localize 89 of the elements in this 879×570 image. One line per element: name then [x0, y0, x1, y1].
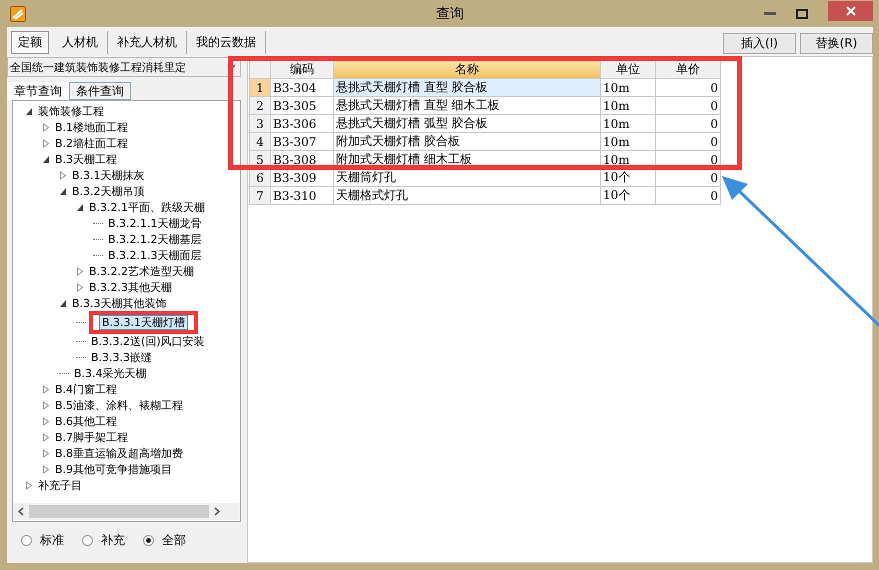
column-header[interactable]: 名称	[334, 60, 600, 78]
table-cell: 天棚筒灯孔	[334, 168, 600, 186]
tree-item[interactable]: 补充子目	[36, 478, 84, 492]
tree-item[interactable]: B.3.3天棚其他装饰	[70, 296, 169, 310]
scroll-left-icon[interactable]	[18, 507, 24, 516]
tree-item[interactable]: B.3.3.1天棚灯槽	[99, 314, 188, 330]
tree-item[interactable]: B.7脚手架工程	[53, 430, 130, 444]
maximize-icon[interactable]	[796, 8, 808, 18]
row-number: 2	[250, 96, 270, 114]
tree-item[interactable]: B.8垂直运输及超高增加费	[53, 446, 186, 460]
tree-item[interactable]: B.3.4采光天棚	[72, 366, 149, 380]
tree-item[interactable]: B.3.2.2艺术造型天棚	[87, 264, 196, 278]
tree-connector	[76, 356, 86, 358]
table-cell: B3-309	[270, 168, 334, 186]
row-number: 1	[250, 78, 270, 96]
tree-connector	[76, 340, 86, 342]
table-cell: B3-307	[270, 132, 334, 150]
tree-connector	[93, 222, 103, 224]
tree-item[interactable]: B.3.2.1平面、跌级天棚	[87, 200, 208, 214]
table-cell: 10m	[600, 132, 656, 150]
tree-item[interactable]: B.3.2.1.2天棚基层	[106, 232, 204, 246]
row-number: 7	[250, 186, 270, 204]
window-title: 查询	[435, 4, 465, 22]
table-cell: 10个	[600, 186, 656, 204]
tree-item[interactable]: B.3.2.1.1天棚龙骨	[106, 216, 204, 230]
horizontal-scrollbar[interactable]	[13, 503, 240, 520]
table-cell: 悬挑式天棚灯槽 直型 细木工板	[334, 96, 600, 114]
tab[interactable]: 条件查询	[69, 82, 131, 100]
app-icon	[10, 6, 26, 22]
table-cell: 0	[656, 78, 720, 96]
table-cell: 附加式天棚灯槽 胶合板	[334, 132, 600, 150]
action-button[interactable]: 插入(I)	[723, 33, 796, 54]
table-cell: 0	[656, 168, 720, 186]
expander-icon[interactable]	[25, 106, 33, 116]
tree-item[interactable]: B.3.3.2送(回)风口安装	[89, 334, 207, 348]
column-header[interactable]: 单位	[600, 60, 656, 78]
tree-item[interactable]: B.2墙柱面工程	[53, 136, 130, 150]
expander-icon[interactable]	[76, 202, 84, 212]
library-dropdown[interactable]: 全国统一建筑装饰装修工程消耗里定	[7, 57, 241, 77]
tree-item[interactable]: B.3.2.3其他天棚	[87, 280, 174, 294]
tab[interactable]: 补充人材机	[108, 31, 187, 54]
tab[interactable]: 人材机	[53, 31, 108, 54]
tab[interactable]: 章节查询	[7, 82, 69, 100]
tab[interactable]: 定额	[11, 31, 49, 54]
table-cell: 10m	[600, 96, 656, 114]
table-cell: 10个	[600, 168, 656, 186]
table-cell: B3-305	[270, 96, 334, 114]
tree-item[interactable]: B.3.3.3嵌缝	[89, 350, 154, 364]
chevron-icon	[227, 64, 236, 70]
action-button[interactable]: 替换(R)	[800, 33, 873, 54]
tree-item[interactable]: B.3.1天棚抹灰	[70, 168, 147, 182]
table-cell: B3-310	[270, 186, 334, 204]
table-cell: 悬挑式天棚灯槽 弧型 胶合板	[334, 114, 600, 132]
tree-item[interactable]: B.3.2.1.3天棚面层	[106, 248, 204, 262]
tree-connector	[93, 254, 103, 256]
table-cell: 悬挑式天棚灯槽 直型 胶合板	[334, 78, 600, 96]
table-cell: 10m	[600, 114, 656, 132]
tree-item[interactable]: B.4门窗工程	[53, 382, 120, 396]
tree-item[interactable]: B.5油漆、涂料、裱糊工程	[53, 398, 186, 412]
column-header[interactable]: 单价	[656, 60, 720, 78]
table-cell: 10m	[600, 78, 656, 96]
radio-option[interactable]: 全部	[143, 532, 186, 549]
close-button[interactable]	[828, 0, 873, 20]
tree-item[interactable]: 装饰装修工程	[36, 104, 106, 118]
table-cell: 0	[656, 186, 720, 204]
column-header[interactable]: 编码	[270, 60, 334, 78]
row-number: 4	[250, 132, 270, 150]
expander-icon[interactable]	[59, 298, 67, 308]
row-number: 3	[250, 114, 270, 132]
tree-item[interactable]: B.3天棚工程	[53, 152, 120, 166]
close-icon	[846, 6, 856, 16]
tree-connector	[59, 372, 69, 374]
radio-option[interactable]: 补充	[82, 532, 125, 549]
tree-item[interactable]: B.6其他工程	[53, 414, 120, 428]
table-cell: 0	[656, 132, 720, 150]
tree-item[interactable]: B.1楼地面工程	[53, 120, 130, 134]
tab[interactable]: 我的云数据	[187, 31, 266, 54]
minimize-icon[interactable]	[764, 12, 776, 16]
tree-item[interactable]: B.9其他可竞争措施项目	[53, 462, 174, 476]
tree-item[interactable]: B.3.2天棚吊顶	[70, 184, 147, 198]
table-cell: 0	[656, 114, 720, 132]
table-cell: B3-306	[270, 114, 334, 132]
radio-option[interactable]: 标准	[21, 532, 64, 549]
scroll-right-icon[interactable]	[214, 507, 220, 516]
expander-icon[interactable]	[59, 186, 67, 196]
table-cell: 0	[656, 96, 720, 114]
tree-connector	[93, 238, 103, 240]
table-cell: 天棚格式灯孔	[334, 186, 600, 204]
expander-icon[interactable]	[42, 154, 50, 164]
